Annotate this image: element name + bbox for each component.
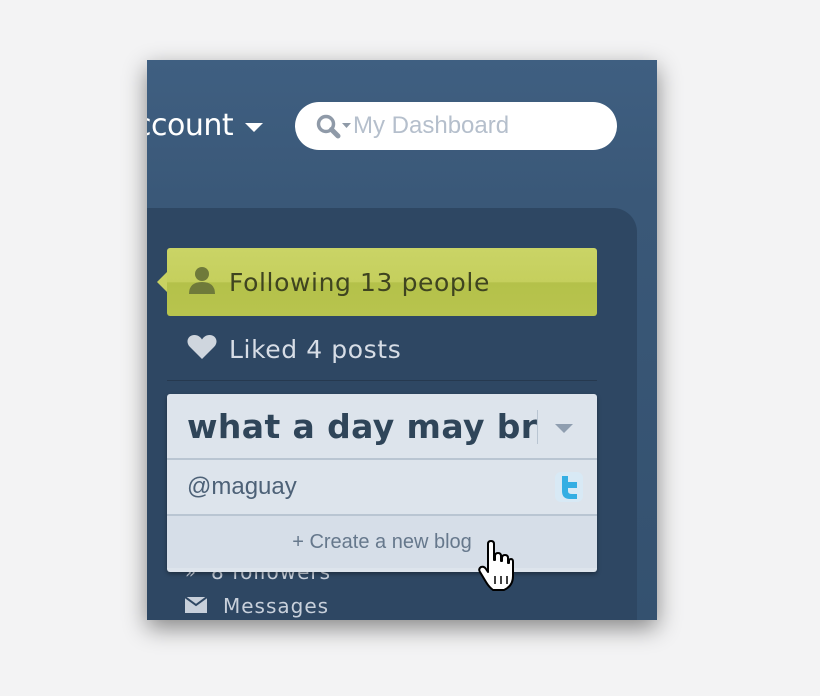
twitter-handle[interactable]: @maguay — [187, 473, 297, 501]
sidebar-item-following[interactable]: Following 13 people — [157, 248, 597, 316]
sidebar-item-liked[interactable]: Liked 4 posts — [187, 334, 401, 364]
sidebar-item-messages[interactable]: Messages — [184, 594, 330, 618]
sidebar-item-label: Liked 4 posts — [229, 334, 402, 364]
sidebar: Following 13 people Liked 4 posts » 8 fo… — [147, 208, 637, 620]
search-icon[interactable] — [315, 111, 351, 141]
blog-switcher-menu: what a day may brir @maguay + Create a n… — [167, 394, 597, 572]
person-icon — [187, 265, 217, 299]
divider — [537, 410, 538, 444]
divider — [167, 380, 597, 381]
hand-cursor-icon — [478, 540, 514, 596]
sidebar-item-label: Following 13 people — [229, 267, 490, 297]
search-box[interactable]: My Dashboard — [295, 102, 617, 150]
chevron-down-icon[interactable] — [555, 424, 573, 433]
dashboard-panel: ccount My Dashboard Following 13 people — [147, 60, 657, 620]
account-menu[interactable]: ccount — [147, 108, 264, 143]
chevron-down-icon[interactable] — [245, 123, 264, 132]
heart-icon — [187, 334, 217, 364]
blog-title[interactable]: what a day may brir — [187, 407, 537, 446]
active-pointer — [157, 272, 167, 292]
account-label[interactable]: ccount — [147, 108, 234, 143]
envelope-icon — [184, 594, 223, 618]
twitter-icon[interactable] — [555, 472, 583, 506]
create-blog-label[interactable]: + Create a new blog — [292, 531, 472, 554]
menu-item-handle[interactable]: @maguay — [167, 460, 597, 516]
search-input[interactable]: My Dashboard — [353, 112, 509, 140]
blog-title-selector[interactable]: what a day may brir — [167, 394, 597, 460]
sidebar-item-label: Messages — [223, 594, 330, 618]
create-blog-button[interactable]: + Create a new blog — [167, 516, 597, 568]
